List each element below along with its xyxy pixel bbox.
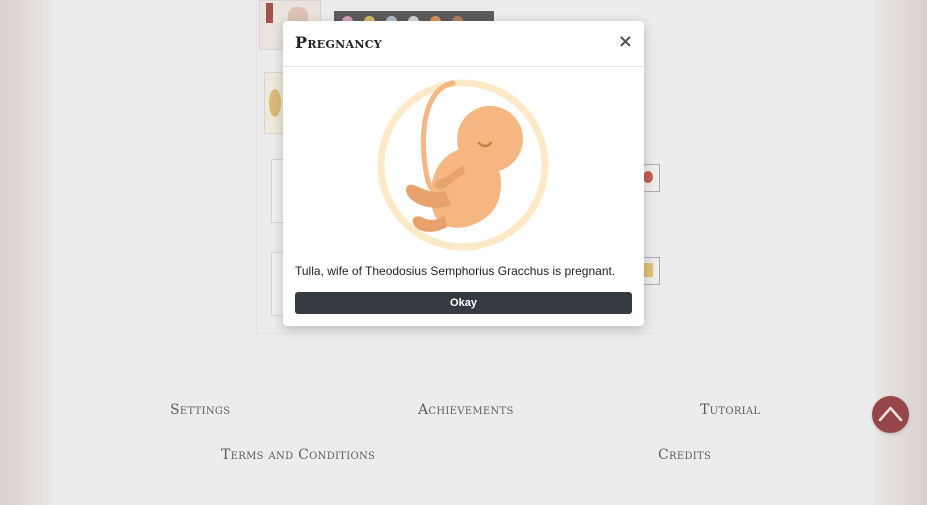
fetus-icon bbox=[377, 79, 549, 251]
dialog-title: Pregnancy bbox=[295, 33, 382, 52]
close-button[interactable]: × bbox=[618, 31, 633, 53]
dialog-header: Pregnancy × bbox=[283, 21, 644, 67]
okay-button[interactable]: Okay bbox=[295, 292, 632, 314]
pregnancy-dialog: Pregnancy × Tulla, wife of Theodosius Se… bbox=[283, 21, 644, 326]
dialog-message: Tulla, wife of Theodosius Semphorius Gra… bbox=[295, 264, 616, 278]
